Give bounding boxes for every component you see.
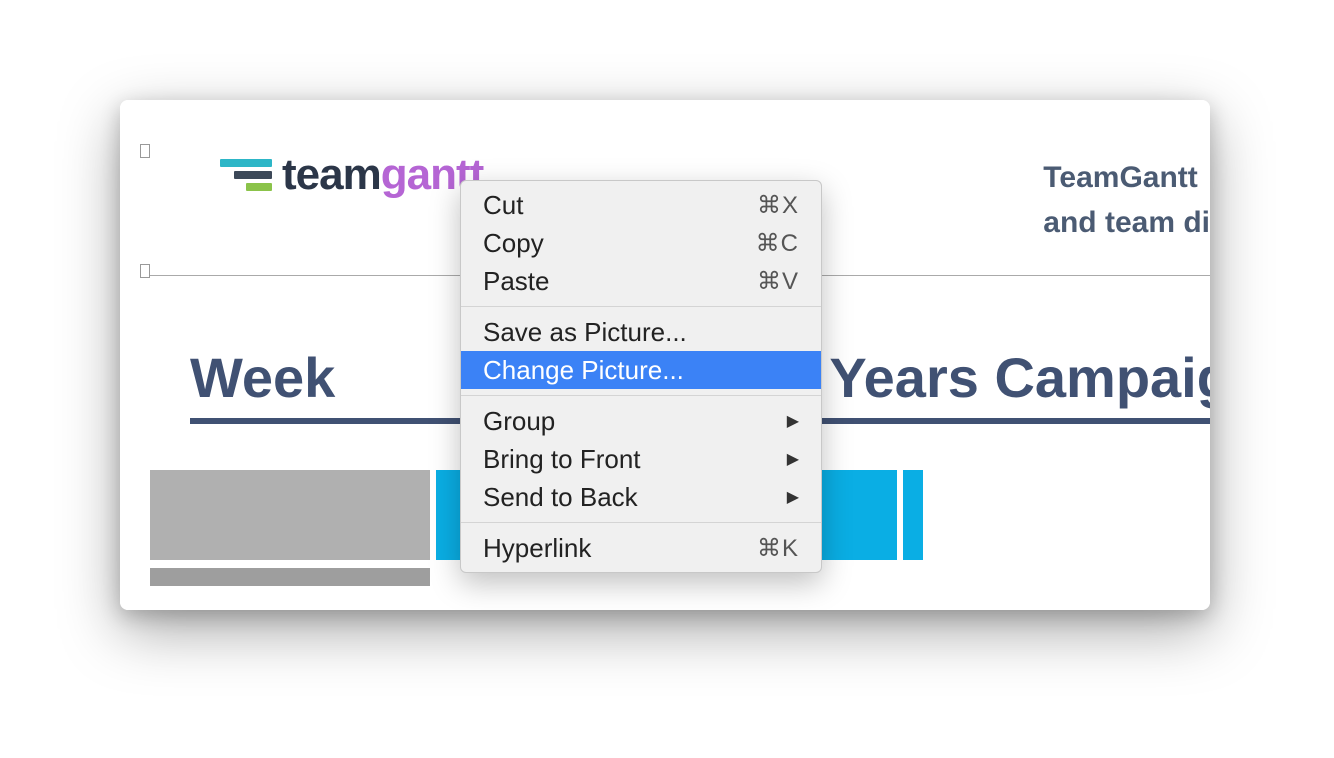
menu-shortcut: ⌘C	[756, 229, 799, 258]
menu-item-hyperlink[interactable]: Hyperlink ⌘K	[461, 529, 821, 567]
menu-label: Cut	[483, 190, 523, 221]
menu-separator	[461, 306, 821, 307]
chevron-right-icon: ▶	[787, 411, 799, 431]
logo-gantt-icon	[220, 159, 272, 191]
menu-item-copy[interactable]: Copy ⌘C	[461, 224, 821, 262]
menu-item-group[interactable]: Group ▶	[461, 402, 821, 440]
menu-label: Hyperlink	[483, 533, 591, 564]
title-prefix: Week	[190, 346, 335, 409]
app-window: teamgantt TeamGantt and team di Week xxx…	[120, 100, 1210, 610]
document-area[interactable]: teamgantt TeamGantt and team di Week xxx…	[120, 100, 1210, 610]
menu-item-paste[interactable]: Paste ⌘V	[461, 262, 821, 300]
logo[interactable]: teamgantt	[220, 150, 483, 200]
menu-label: Group	[483, 406, 555, 437]
menu-separator	[461, 522, 821, 523]
chevron-right-icon: ▶	[787, 487, 799, 507]
menu-label: Send to Back	[483, 482, 638, 513]
ruler-marker-icon[interactable]	[140, 144, 150, 158]
table-cell[interactable]	[150, 568, 430, 586]
logo-text: teamgantt	[282, 150, 483, 200]
menu-label: Save as Picture...	[483, 317, 687, 348]
logo-text-part1: team	[282, 150, 381, 199]
header-right-text: TeamGantt and team di	[1043, 155, 1210, 245]
menu-separator	[461, 395, 821, 396]
chevron-right-icon: ▶	[787, 449, 799, 469]
table-header-cell-1[interactable]	[150, 470, 430, 560]
menu-shortcut: ⌘K	[757, 534, 799, 563]
menu-label: Change Picture...	[483, 355, 684, 386]
header-line-1: TeamGantt	[1043, 155, 1210, 200]
table-header-cell-3[interactable]	[903, 470, 923, 560]
menu-shortcut: ⌘V	[757, 267, 799, 296]
menu-label: Copy	[483, 228, 544, 259]
menu-item-change-picture[interactable]: Change Picture...	[461, 351, 821, 389]
menu-item-bring-to-front[interactable]: Bring to Front ▶	[461, 440, 821, 478]
menu-item-save-as-picture[interactable]: Save as Picture...	[461, 313, 821, 351]
menu-label: Paste	[483, 266, 550, 297]
header-line-2: and team di	[1043, 200, 1210, 245]
menu-label: Bring to Front	[483, 444, 641, 475]
menu-shortcut: ⌘X	[757, 191, 799, 220]
menu-item-send-to-back[interactable]: Send to Back ▶	[461, 478, 821, 516]
context-menu: Cut ⌘X Copy ⌘C Paste ⌘V Save as Picture.…	[460, 180, 822, 573]
ruler-marker-icon[interactable]	[140, 264, 150, 278]
menu-item-cut[interactable]: Cut ⌘X	[461, 186, 821, 224]
